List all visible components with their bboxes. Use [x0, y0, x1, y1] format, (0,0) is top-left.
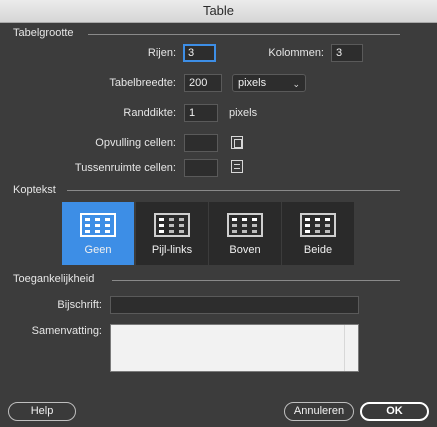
cell-spacing-label: Tussenruimte cellen: [74, 162, 176, 174]
caption-input[interactable] [110, 296, 359, 314]
section-divider [67, 190, 400, 191]
table-no-header-icon [80, 213, 116, 237]
rows-input[interactable]: 3 [183, 44, 216, 62]
summary-textarea[interactable] [110, 324, 359, 372]
rows-label: Rijen: [147, 47, 176, 59]
header-option-label: Pijl-links [151, 244, 193, 256]
table-size-section-label: Tabelgrootte [13, 27, 74, 39]
help-button[interactable]: Help [8, 402, 76, 421]
header-option-top[interactable]: Boven [209, 202, 281, 265]
table-both-header-icon [300, 213, 336, 237]
caption-label: Bijschrift: [57, 299, 102, 311]
border-unit-label: pixels [229, 107, 258, 119]
cell-padding-label: Opvulling cellen: [95, 137, 176, 149]
cell-spacing-icon [231, 160, 243, 173]
table-width-label: Tabelbreedte: [109, 77, 176, 89]
header-option-both[interactable]: Beide [282, 202, 354, 265]
width-unit-select[interactable]: pixels ⌄ [232, 74, 306, 92]
header-option-label: Geen [84, 244, 112, 256]
header-option-label: Boven [229, 244, 261, 256]
section-divider [112, 280, 400, 281]
cell-padding-input[interactable] [184, 134, 218, 152]
cancel-button[interactable]: Annuleren [284, 402, 354, 421]
border-input[interactable]: 1 [184, 104, 218, 122]
ok-button[interactable]: OK [360, 402, 429, 421]
cell-spacing-input[interactable] [184, 159, 218, 177]
width-unit-value: pixels [238, 77, 267, 89]
cell-padding-icon [231, 136, 243, 149]
window-title: Table [0, 0, 437, 23]
columns-label: Kolommen: [268, 47, 324, 59]
header-option-left[interactable]: Pijl-links [136, 202, 208, 265]
header-option-none[interactable]: Geen [62, 202, 134, 265]
chevron-down-icon: ⌄ [292, 79, 300, 89]
textarea-scrollbar-divider [344, 325, 345, 371]
table-width-input[interactable]: 200 [184, 74, 222, 92]
header-section-label: Koptekst [13, 184, 56, 196]
header-option-label: Beide [303, 244, 333, 256]
border-label: Randdikte: [123, 107, 176, 119]
summary-label: Samenvatting: [31, 325, 102, 337]
columns-input[interactable]: 3 [331, 44, 363, 62]
table-top-header-icon [227, 213, 263, 237]
section-divider [88, 34, 400, 35]
table-left-header-icon [154, 213, 190, 237]
accessibility-section-label: Toegankelijkheid [13, 273, 95, 285]
